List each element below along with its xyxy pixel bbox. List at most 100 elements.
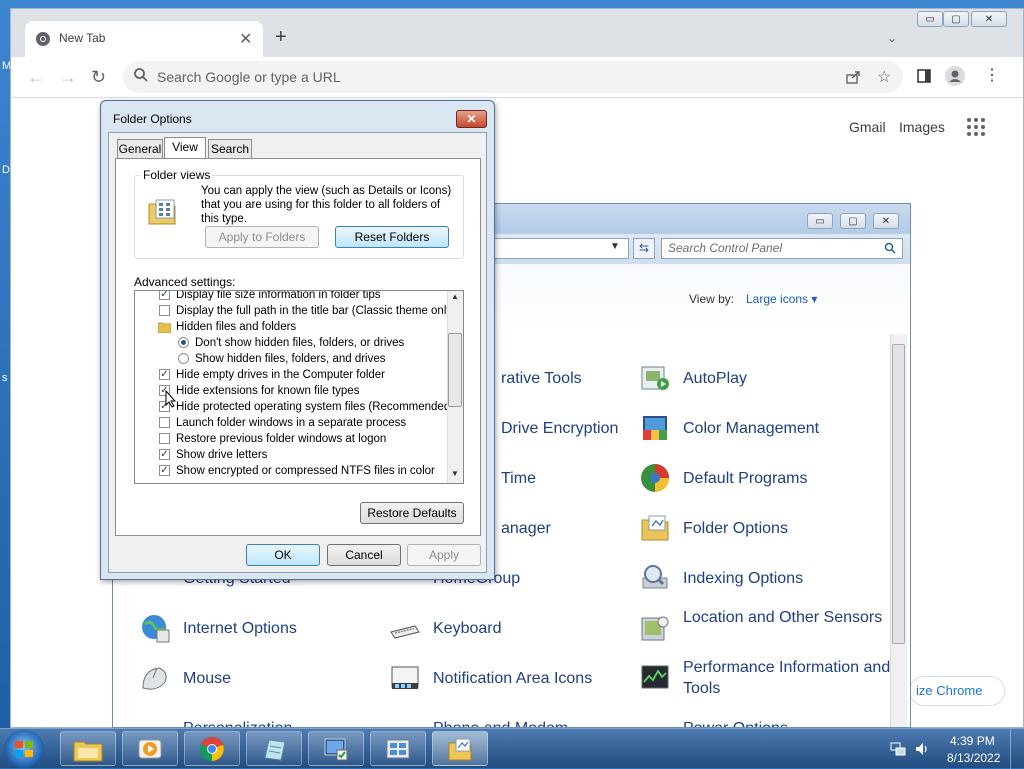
tab-general[interactable]: General <box>117 139 163 158</box>
chevron-down-icon[interactable]: ▼ <box>610 241 620 252</box>
desktop-icon-label[interactable]: D <box>2 164 10 176</box>
cancel-button[interactable]: Cancel <box>327 544 401 566</box>
checkbox-checked[interactable]: ✓ <box>159 465 170 476</box>
taskbar-action-center-button[interactable] <box>308 731 364 766</box>
tab-search[interactable]: Search <box>208 139 252 158</box>
cp-item-internet-options[interactable]: Internet Options <box>183 618 297 639</box>
list-item[interactable]: Show hidden files, folders, and drives <box>135 351 445 367</box>
refresh-icon[interactable]: ⇆ <box>633 238 655 259</box>
cp-item-indexing-options[interactable]: Indexing Options <box>683 568 803 589</box>
address-bar[interactable]: Search Google or type a URL ☆ <box>123 61 903 93</box>
cp-item-autoplay[interactable]: AutoPlay <box>683 368 747 389</box>
list-item[interactable]: ✓ Show encrypted or compressed NTFS file… <box>135 463 445 479</box>
list-item[interactable]: Don't show hidden files, folders, or dri… <box>135 335 445 351</box>
close-window-button[interactable]: ✕ <box>971 11 1007 27</box>
customize-chrome-button[interactable]: ize Chrome <box>909 676 1005 706</box>
ok-button[interactable]: OK <box>246 544 320 566</box>
cp-item-date-time[interactable]: Time <box>501 468 536 489</box>
cp-item-mouse[interactable]: Mouse <box>183 668 231 689</box>
clock-time[interactable]: 4:39 PM <box>950 734 995 748</box>
minimize-button[interactable]: ▭ <box>807 213 833 229</box>
apply-to-folders-button[interactable]: Apply to Folders <box>205 226 319 248</box>
list-item[interactable]: ✓ Hide extensions for known file types <box>135 383 445 399</box>
cp-item-admin-tools[interactable]: rative Tools <box>501 368 582 389</box>
network-icon[interactable] <box>890 741 906 757</box>
cp-item-color-management[interactable]: Color Management <box>683 418 819 439</box>
list-item[interactable]: ✓ Show drive letters <box>135 447 445 463</box>
share-icon[interactable] <box>845 69 861 85</box>
close-window-button[interactable]: ✕ <box>873 213 899 229</box>
scrollbar-thumb[interactable] <box>892 344 905 644</box>
taskbar-folder-options-button[interactable] <box>432 731 488 766</box>
search-icon[interactable] <box>884 242 896 254</box>
show-desktop-button[interactable] <box>1010 729 1024 769</box>
reload-icon[interactable]: ↻ <box>91 67 106 88</box>
cp-item-phone-modem[interactable]: Phone and Modem <box>433 718 568 727</box>
scroll-down-arrow-icon[interactable]: ▼ <box>451 469 459 478</box>
list-item[interactable]: Launch folder windows in a separate proc… <box>135 415 445 431</box>
setting-label: Display file size information in folder … <box>176 290 381 301</box>
cp-item-bitlocker[interactable]: Drive Encryption <box>501 418 618 439</box>
taskbar-media-player-button[interactable] <box>122 731 178 766</box>
menu-kebab-icon[interactable]: ⋮ <box>984 65 1000 85</box>
list-item[interactable]: ✓ Hide protected operating system files … <box>135 399 454 415</box>
radio-unselected[interactable] <box>178 353 189 364</box>
maximize-button[interactable]: ▢ <box>840 213 866 229</box>
control-panel-search-input[interactable]: Search Control Panel <box>661 238 903 259</box>
tab-search-icon[interactable]: ⌄ <box>887 31 897 45</box>
cp-item-keyboard[interactable]: Keyboard <box>433 618 502 639</box>
profile-avatar-icon[interactable] <box>945 66 965 86</box>
bookmark-star-icon[interactable]: ☆ <box>877 67 891 87</box>
checkbox-unchecked[interactable] <box>159 417 170 428</box>
list-item[interactable]: ✓ Hide empty drives in the Computer fold… <box>135 367 445 383</box>
cp-item-performance[interactable]: Performance Information and Tools <box>683 657 910 699</box>
close-tab-icon[interactable]: ✕ <box>239 29 252 49</box>
back-icon[interactable]: ← <box>27 67 45 88</box>
gmail-link[interactable]: Gmail <box>849 119 886 135</box>
browser-tab[interactable]: New Tab ✕ <box>25 21 263 57</box>
scrollbar-thumb[interactable] <box>448 333 462 407</box>
start-button[interactable] <box>4 730 44 768</box>
new-tab-button[interactable]: + <box>275 27 287 47</box>
tab-view[interactable]: View <box>164 137 206 159</box>
cp-item-notification-area[interactable]: Notification Area Icons <box>433 668 592 689</box>
action-center-icon <box>324 738 348 761</box>
desktop-icon-label[interactable]: s <box>2 372 8 384</box>
close-dialog-button[interactable]: ✕ <box>456 110 487 128</box>
list-item[interactable]: Restore previous folder windows at logon <box>135 431 445 447</box>
setting-label: Show hidden files, folders, and drives <box>195 353 386 365</box>
reset-folders-button[interactable]: Reset Folders <box>335 226 449 248</box>
volume-icon[interactable] <box>914 741 930 757</box>
windows-explorer-icon <box>73 741 103 762</box>
cp-item-device-manager[interactable]: anager <box>501 518 551 539</box>
checkbox-checked[interactable]: ✓ <box>159 369 170 380</box>
forward-icon[interactable]: → <box>59 67 77 88</box>
checkbox-unchecked[interactable] <box>159 305 170 316</box>
taskbar-chrome-button[interactable] <box>184 731 240 766</box>
checkbox-checked[interactable]: ✓ <box>159 291 170 300</box>
list-item[interactable]: ✓ Display file size information in folde… <box>135 290 445 303</box>
cp-item-personalization[interactable]: Personalization <box>183 718 292 727</box>
checkbox-unchecked[interactable] <box>159 433 170 444</box>
taskbar-control-panel-button[interactable] <box>370 731 426 766</box>
maximize-button[interactable]: ▢ <box>943 11 969 27</box>
radio-selected[interactable] <box>178 337 189 348</box>
minimize-button[interactable]: ▭ <box>917 11 943 27</box>
cp-item-location-sensors[interactable]: Location and Other Sensors <box>683 607 882 628</box>
side-panel-icon[interactable] <box>917 69 931 83</box>
taskbar-notepad-button[interactable] <box>246 731 302 766</box>
checkbox-checked[interactable]: ✓ <box>159 449 170 460</box>
cp-item-power-options[interactable]: Power Options <box>683 718 788 727</box>
view-by-dropdown[interactable]: Large icons ▾ <box>746 292 817 306</box>
list-item[interactable]: Display the full path in the title bar (… <box>135 303 456 319</box>
apply-button[interactable]: Apply <box>407 544 481 566</box>
scroll-up-arrow-icon[interactable]: ▲ <box>451 292 459 301</box>
taskbar-explorer-button[interactable] <box>60 731 116 766</box>
clock-date[interactable]: 8/13/2022 <box>947 751 1000 765</box>
google-apps-icon[interactable] <box>966 117 986 137</box>
cp-item-folder-options[interactable]: Folder Options <box>683 518 788 539</box>
cp-item-default-programs[interactable]: Default Programs <box>683 468 808 489</box>
chrome-logo-icon <box>36 32 50 46</box>
images-link[interactable]: Images <box>899 119 945 135</box>
restore-defaults-button[interactable]: Restore Defaults <box>360 502 464 524</box>
